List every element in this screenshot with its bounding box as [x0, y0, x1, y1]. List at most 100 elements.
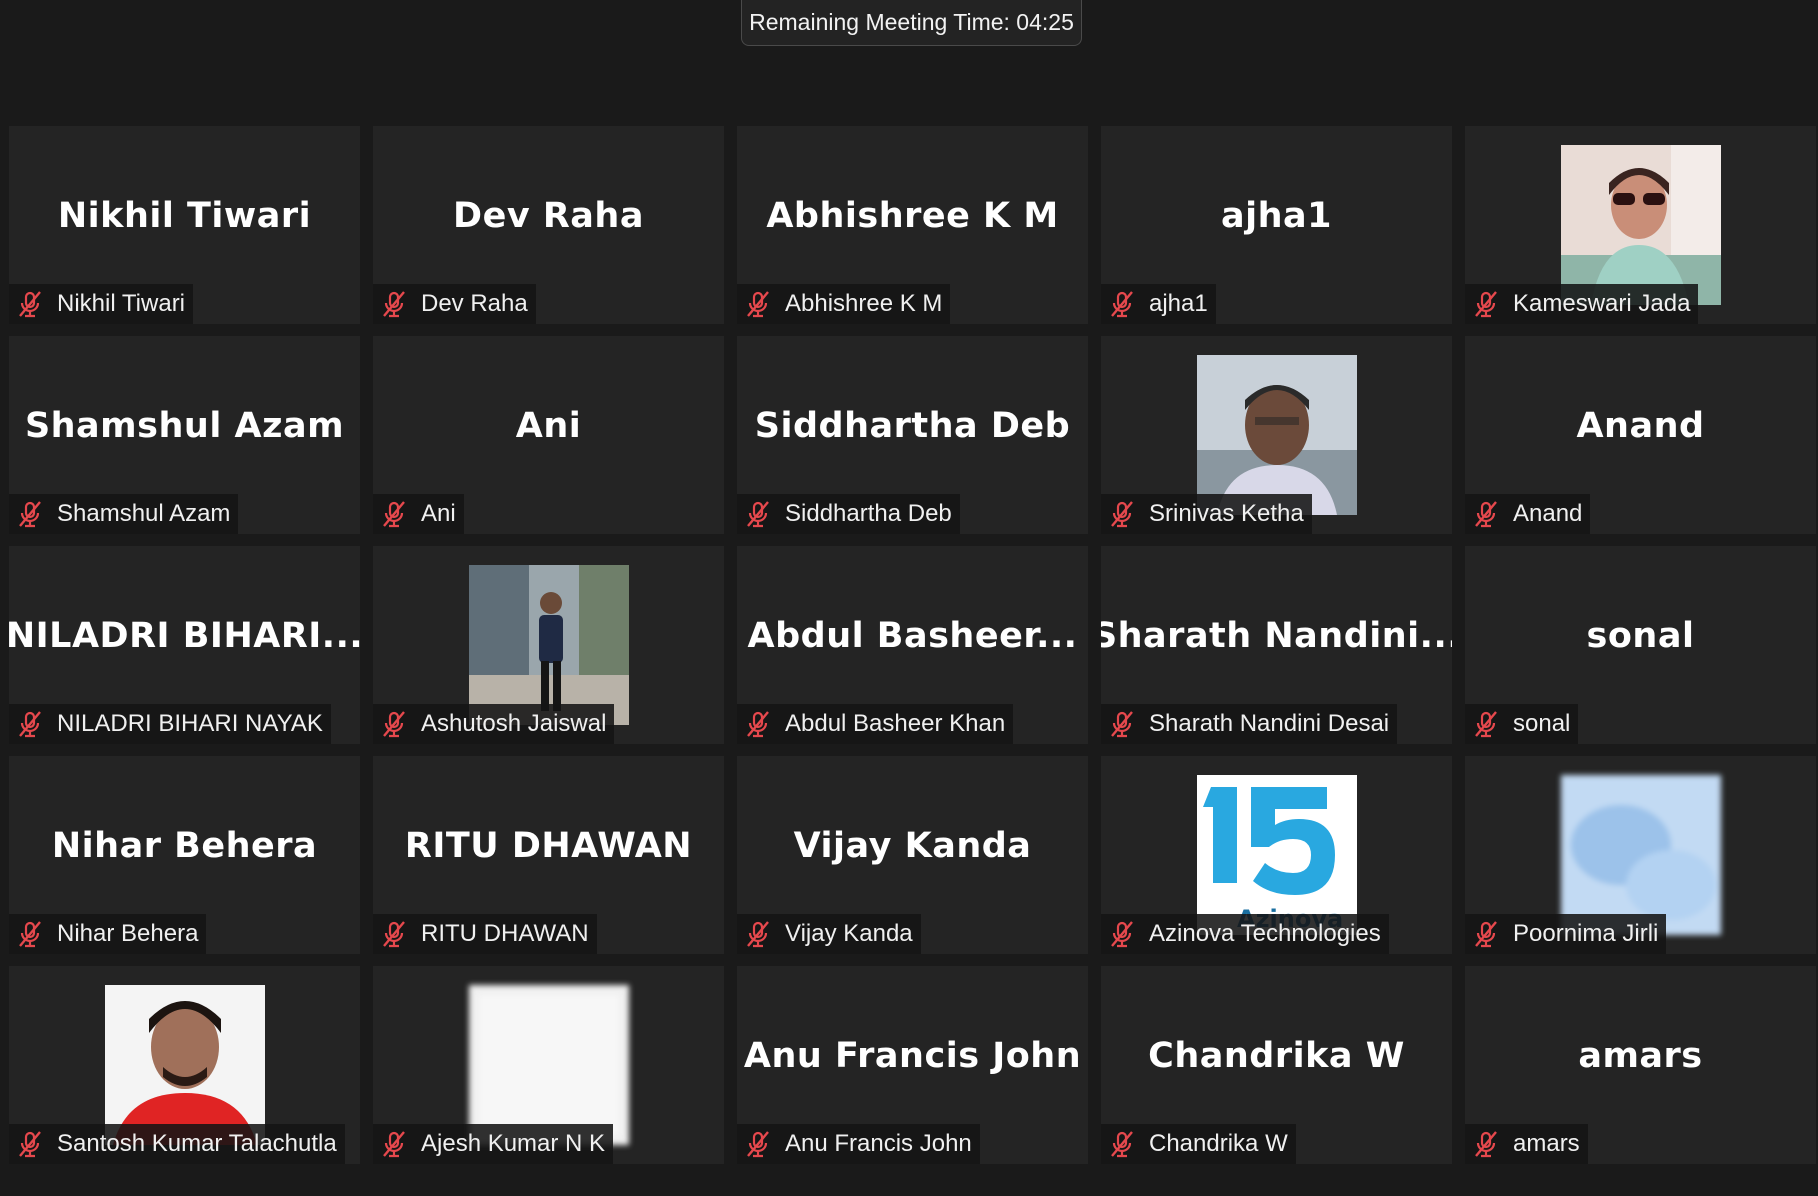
profile-photo [1196, 355, 1357, 515]
participant-name: Kameswari Jada [1513, 290, 1691, 317]
participant-display-name: Abhishree K M [766, 196, 1059, 236]
participant-tile[interactable]: Sharath Nandini... Sharath Nandini Desai [1101, 546, 1452, 744]
participant-tile[interactable]: Nikhil Tiwari Nikhil Tiwari [9, 126, 360, 324]
participant-tile[interactable]: Ani Ani [373, 336, 724, 534]
participant-tile[interactable]: Anu Francis John Anu Francis John [737, 966, 1088, 1164]
mic-muted-icon [1471, 1129, 1501, 1159]
participant-name-tag: Anand [1465, 494, 1591, 534]
participant-name: Anu Francis John [785, 1130, 972, 1157]
participant-display-name: Siddhartha Deb [754, 406, 1071, 446]
participant-name-tag: Chandrika W [1101, 1124, 1296, 1164]
participant-tile[interactable]: Ashutosh Jaiswal [373, 546, 724, 744]
participant-name-tag: ajha1 [1101, 284, 1216, 324]
participant-name: Sharath Nandini Desai [1149, 710, 1390, 737]
participant-name: Ashutosh Jaiswal [421, 710, 607, 737]
participant-name: Nihar Behera [57, 920, 199, 947]
participant-tile[interactable]: Abhishree K M Abhishree K M [737, 126, 1088, 324]
participant-tile[interactable]: Ajesh Kumar N K [373, 966, 724, 1164]
participant-name: Dev Raha [421, 290, 528, 317]
participant-tile[interactable]: Vijay Kanda Vijay Kanda [737, 756, 1088, 954]
participant-name-tag: Ajesh Kumar N K [373, 1124, 614, 1164]
participant-tile[interactable]: Shamshul Azam Shamshul Azam [9, 336, 360, 534]
participant-display-name: sonal [1586, 616, 1695, 656]
mic-muted-icon [1107, 1129, 1137, 1159]
participant-name-tag: Poornima Jirli [1465, 914, 1667, 954]
participant-name-tag: Ashutosh Jaiswal [373, 704, 615, 744]
participant-tile[interactable]: Siddhartha Deb Siddhartha Deb [737, 336, 1088, 534]
profile-photo [1560, 145, 1721, 305]
mic-muted-icon [743, 1129, 773, 1159]
participant-name: Ajesh Kumar N K [421, 1130, 606, 1157]
participant-name-tag: amars [1465, 1124, 1588, 1164]
participant-name-tag: Abdul Basheer Khan [737, 704, 1014, 744]
participant-display-name: Nihar Behera [51, 826, 318, 866]
mic-muted-icon [379, 499, 409, 529]
mic-muted-icon [379, 1129, 409, 1159]
participant-name-tag: RITU DHAWAN [373, 914, 597, 954]
participant-tile[interactable]: ajha1 ajha1 [1101, 126, 1452, 324]
participant-name-tag: Vijay Kanda [737, 914, 921, 954]
participant-tile[interactable]: Dev Raha Dev Raha [373, 126, 724, 324]
participant-display-name: amars [1578, 1036, 1703, 1076]
participant-name: Chandrika W [1149, 1130, 1288, 1157]
participant-name-tag: Abhishree K M [737, 284, 951, 324]
profile-photo [468, 565, 629, 725]
mic-muted-icon [379, 919, 409, 949]
participant-display-name: ajha1 [1220, 196, 1332, 236]
participant-tile[interactable]: Nihar Behera Nihar Behera [9, 756, 360, 954]
mic-muted-icon [15, 709, 45, 739]
participant-name: Nikhil Tiwari [57, 290, 186, 317]
mic-muted-icon [1107, 919, 1137, 949]
profile-photo [104, 985, 265, 1145]
participant-tile[interactable]: Poornima Jirli [1465, 756, 1816, 954]
participant-gallery: Nikhil Tiwari Nikhil Tiwari Dev Raha Dev… [9, 126, 1816, 1164]
participant-tile[interactable]: Abdul Basheer... Abdul Basheer Khan [737, 546, 1088, 744]
mic-muted-icon [15, 1129, 45, 1159]
mic-muted-icon [1471, 289, 1501, 319]
participant-display-name: Anand [1576, 406, 1705, 446]
participant-tile[interactable]: Kameswari Jada [1465, 126, 1816, 324]
participant-display-name: Sharath Nandini... [1101, 616, 1452, 656]
participant-tile[interactable]: Chandrika W Chandrika W [1101, 966, 1452, 1164]
participant-name-tag: Srinivas Ketha [1101, 494, 1312, 534]
participant-name: Abdul Basheer Khan [785, 710, 1006, 737]
participant-name: Santosh Kumar Talachutla [57, 1130, 337, 1157]
participant-name-tag: Siddhartha Deb [737, 494, 960, 534]
participant-display-name: Abdul Basheer... [747, 616, 1078, 656]
participant-tile[interactable]: Srinivas Ketha [1101, 336, 1452, 534]
participant-name: Azinova Technologies [1149, 920, 1381, 947]
participant-tile[interactable]: Santosh Kumar Talachutla [9, 966, 360, 1164]
mic-muted-icon [15, 499, 45, 529]
participant-name: Abhishree K M [785, 290, 943, 317]
participant-name: Srinivas Ketha [1149, 500, 1304, 527]
participant-tile[interactable]: amars amars [1465, 966, 1816, 1164]
participant-name-tag: Sharath Nandini Desai [1101, 704, 1398, 744]
participant-name-tag: Shamshul Azam [9, 494, 239, 534]
participant-name-tag: Ani [373, 494, 464, 534]
participant-display-name: NILADRI BIHARI... [9, 616, 360, 656]
participant-tile[interactable]: NILADRI BIHARI... NILADRI BIHARI NAYAK [9, 546, 360, 744]
participant-tile[interactable]: sonal sonal [1465, 546, 1816, 744]
mic-muted-icon [1107, 499, 1137, 529]
mic-muted-icon [743, 709, 773, 739]
participant-name: Poornima Jirli [1513, 920, 1659, 947]
participant-tile[interactable]: Anand Anand [1465, 336, 1816, 534]
participant-display-name: Chandrika W [1148, 1036, 1405, 1076]
participant-name: Ani [421, 500, 456, 527]
participant-display-name: Ani [515, 406, 582, 446]
participant-tile[interactable]: Azinova Azinova Technologies [1101, 756, 1452, 954]
participant-name: Vijay Kanda [785, 920, 913, 947]
participant-display-name: Nikhil Tiwari [57, 196, 312, 236]
participant-name-tag: Dev Raha [373, 284, 536, 324]
participant-name: Anand [1513, 500, 1583, 527]
participant-name-tag: sonal [1465, 704, 1579, 744]
participant-name: amars [1513, 1130, 1580, 1157]
remaining-meeting-time: Remaining Meeting Time: 04:25 [741, 0, 1082, 46]
profile-photo [468, 985, 629, 1145]
participant-name-tag: Azinova Technologies [1101, 914, 1389, 954]
participant-tile[interactable]: RITU DHAWAN RITU DHAWAN [373, 756, 724, 954]
participant-name: ajha1 [1149, 290, 1208, 317]
mic-muted-icon [1107, 289, 1137, 319]
participant-name-tag: Kameswari Jada [1465, 284, 1699, 324]
participant-display-name: Anu Francis John [743, 1036, 1082, 1076]
